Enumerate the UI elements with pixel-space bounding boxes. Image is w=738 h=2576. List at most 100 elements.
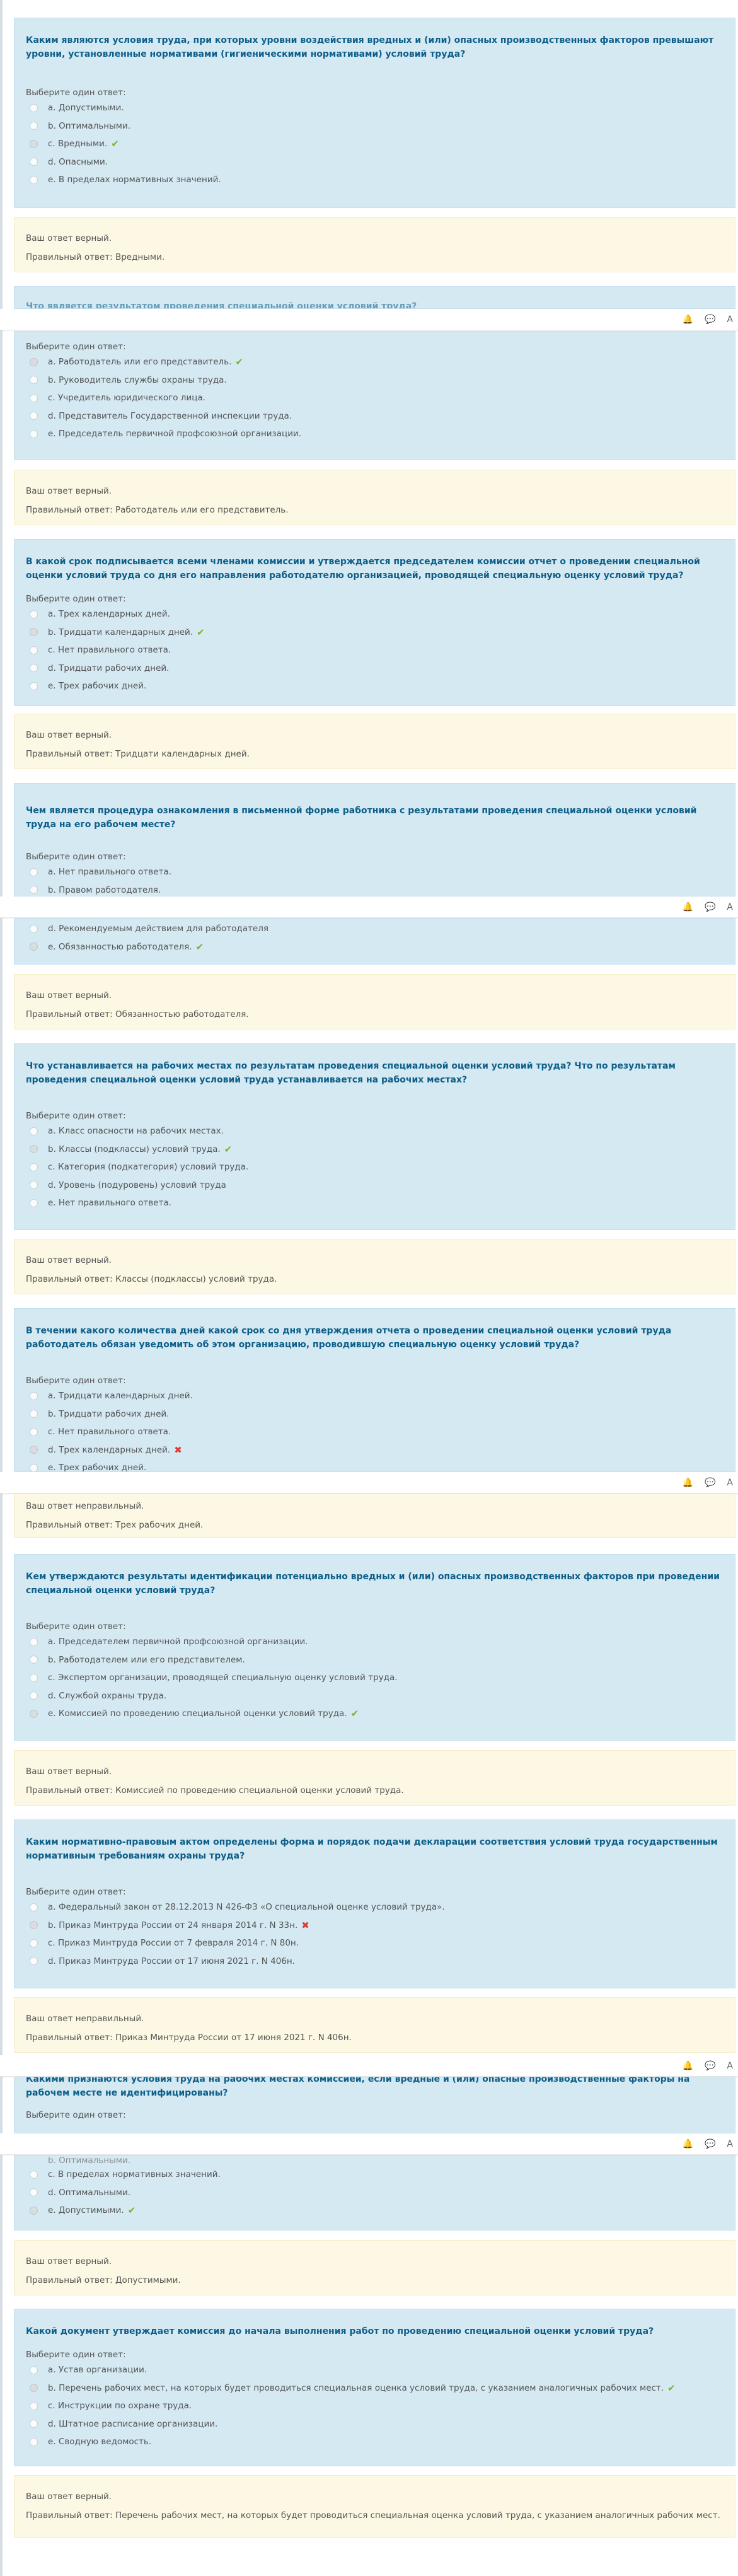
bell-icon[interactable]: 🔔 xyxy=(683,1478,693,1488)
option-e[interactable]: e. Председатель первичной профсоюзной ор… xyxy=(26,425,722,443)
option-b[interactable]: b. Работодателем или его представителем. xyxy=(26,1651,722,1669)
option-b[interactable]: b. Классы (подклассы) условий труда. ✔ xyxy=(26,1140,722,1159)
option-c[interactable]: c. Инструкции по охране труда. xyxy=(26,2397,722,2415)
chat-icon[interactable]: 💬 xyxy=(705,2061,715,2071)
option-e[interactable]: e. Обязанностью работодателя. ✔ xyxy=(26,938,722,956)
option-c[interactable]: c. Учредитель юридического лица. xyxy=(26,389,722,407)
radio-icon[interactable] xyxy=(30,1673,38,1682)
radio-icon[interactable] xyxy=(30,1709,38,1718)
option-d[interactable]: d. Опасными. xyxy=(26,153,722,171)
radio-icon[interactable] xyxy=(30,2401,38,2410)
radio-icon[interactable] xyxy=(30,2188,38,2197)
option-c[interactable]: c. Вредными. ✔ xyxy=(26,135,722,153)
radio-icon[interactable] xyxy=(30,1903,38,1912)
option-d[interactable]: d. Службой охраны труда. xyxy=(26,1687,722,1705)
user-initial[interactable]: А xyxy=(727,2139,733,2149)
radio-icon[interactable] xyxy=(30,1391,38,1400)
option-b[interactable]: b. Руководитель службы охраны труда. xyxy=(26,371,722,390)
option-e[interactable]: e. Трех рабочих дней. xyxy=(26,1459,722,1471)
option-a[interactable]: a. Председателем первичной профсоюзной о… xyxy=(26,1633,722,1651)
option-d[interactable]: d. Штатное расписание организации. xyxy=(26,2415,722,2434)
radio-icon[interactable] xyxy=(30,2437,38,2446)
option-b[interactable]: b. Правом работодателя. xyxy=(26,881,722,896)
option-b[interactable]: b. Приказ Минтруда России от 24 января 2… xyxy=(26,1917,722,1935)
bell-icon[interactable]: 🔔 xyxy=(683,902,693,912)
option-a[interactable]: a. Тридцати календарных дней. xyxy=(26,1387,722,1405)
radio-icon[interactable] xyxy=(30,1691,38,1700)
option-b[interactable]: b. Перечень рабочих мест, на которых буд… xyxy=(26,2379,722,2398)
chat-icon[interactable]: 💬 xyxy=(705,902,715,912)
option-b[interactable]: b. Тридцати календарных дней. ✔ xyxy=(26,624,722,642)
option-b[interactable]: b. Оптимальными. xyxy=(26,117,722,136)
radio-icon[interactable] xyxy=(30,664,38,673)
radio-icon[interactable] xyxy=(30,2420,38,2428)
radio-icon[interactable] xyxy=(30,412,38,421)
option-e[interactable]: e. Нет правильного ответа. xyxy=(26,1194,722,1212)
radio-icon[interactable] xyxy=(30,886,38,895)
bell-icon[interactable]: 🔔 xyxy=(683,315,693,325)
radio-icon[interactable] xyxy=(30,376,38,385)
radio-icon[interactable] xyxy=(30,646,38,654)
option-c[interactable]: c. В пределах нормативных значений. xyxy=(26,2166,722,2184)
option-e[interactable]: e. Трех рабочих дней. xyxy=(26,677,722,695)
option-a[interactable]: a. Работодатель или его представитель. ✔ xyxy=(26,353,722,371)
radio-icon[interactable] xyxy=(30,867,38,876)
radio-icon[interactable] xyxy=(30,1446,38,1454)
radio-icon[interactable] xyxy=(30,357,38,366)
radio-icon[interactable] xyxy=(30,103,38,112)
chat-icon[interactable]: 💬 xyxy=(705,315,715,325)
option-e[interactable]: e. В пределах нормативных значений. xyxy=(26,171,722,189)
option-a[interactable]: a. Допустимыми. xyxy=(26,99,722,117)
option-c[interactable]: c. Приказ Минтруда России от 7 февраля 2… xyxy=(26,1934,722,1952)
option-d[interactable]: d. Тридцати рабочих дней. xyxy=(26,659,722,678)
option-d[interactable]: d. Оптимальными. xyxy=(26,2184,722,2202)
option-e[interactable]: e. Комиссией по проведению специальной о… xyxy=(26,1705,722,1723)
radio-icon[interactable] xyxy=(30,1427,38,1436)
option-d[interactable]: d. Представитель Государственной инспекц… xyxy=(26,407,722,426)
option-c[interactable]: c. Нет правильного ответа. xyxy=(26,1423,722,1441)
bell-icon[interactable]: 🔔 xyxy=(683,2061,693,2071)
radio-icon[interactable] xyxy=(30,429,38,438)
radio-icon[interactable] xyxy=(30,1181,38,1190)
user-initial[interactable]: А xyxy=(727,2061,733,2071)
radio-icon[interactable] xyxy=(30,1163,38,1171)
option-d[interactable]: d. Приказ Минтруда России от 17 июня 202… xyxy=(26,1952,722,1971)
radio-icon[interactable] xyxy=(30,1410,38,1419)
radio-icon[interactable] xyxy=(30,2365,38,2374)
option-d[interactable]: d. Трех календарных дней. ✖ xyxy=(26,1441,722,1459)
radio-icon[interactable] xyxy=(30,139,38,148)
radio-icon[interactable] xyxy=(30,1637,38,1646)
radio-icon[interactable] xyxy=(30,1957,38,1966)
option-c[interactable]: c. Нет правильного ответа. xyxy=(26,641,722,659)
radio-icon[interactable] xyxy=(30,1127,38,1135)
option-c[interactable]: c. Категория (подкатегория) условий труд… xyxy=(26,1158,722,1176)
radio-icon[interactable] xyxy=(30,1463,38,1471)
option-e[interactable]: e. Сводную ведомость. xyxy=(26,2433,722,2451)
option-a[interactable]: a. Нет правильного ответа. xyxy=(26,863,722,881)
radio-icon[interactable] xyxy=(30,1939,38,1947)
option-a[interactable]: a. Федеральный закон от 28.12.2013 N 426… xyxy=(26,1898,722,1917)
radio-icon[interactable] xyxy=(30,943,38,951)
radio-icon[interactable] xyxy=(30,924,38,933)
radio-icon[interactable] xyxy=(30,2170,38,2179)
radio-icon[interactable] xyxy=(30,158,38,166)
radio-icon[interactable] xyxy=(30,610,38,618)
option-d[interactable]: d. Уровень (подуровень) условий труда xyxy=(26,1176,722,1195)
option-b[interactable]: b. Оптимальными. xyxy=(26,2157,722,2166)
radio-icon[interactable] xyxy=(30,1145,38,1154)
user-initial[interactable]: А xyxy=(727,315,733,325)
chat-icon[interactable]: 💬 xyxy=(705,2139,715,2149)
option-a[interactable]: a. Устав организации. xyxy=(26,2361,722,2379)
radio-icon[interactable] xyxy=(30,1656,38,1664)
option-e[interactable]: e. Допустимыми. ✔ xyxy=(26,2202,722,2220)
radio-icon[interactable] xyxy=(30,393,38,402)
chat-icon[interactable]: 💬 xyxy=(705,1478,715,1488)
user-initial[interactable]: А xyxy=(727,1478,733,1488)
radio-icon[interactable] xyxy=(30,122,38,131)
option-a[interactable]: a. Класс опасности на рабочих местах. xyxy=(26,1122,722,1140)
radio-icon[interactable] xyxy=(30,1198,38,1207)
bell-icon[interactable]: 🔔 xyxy=(683,2139,693,2149)
option-c[interactable]: c. Экспертом организации, проводящей спе… xyxy=(26,1669,722,1687)
radio-icon[interactable] xyxy=(30,2384,38,2393)
radio-icon[interactable] xyxy=(30,628,38,637)
